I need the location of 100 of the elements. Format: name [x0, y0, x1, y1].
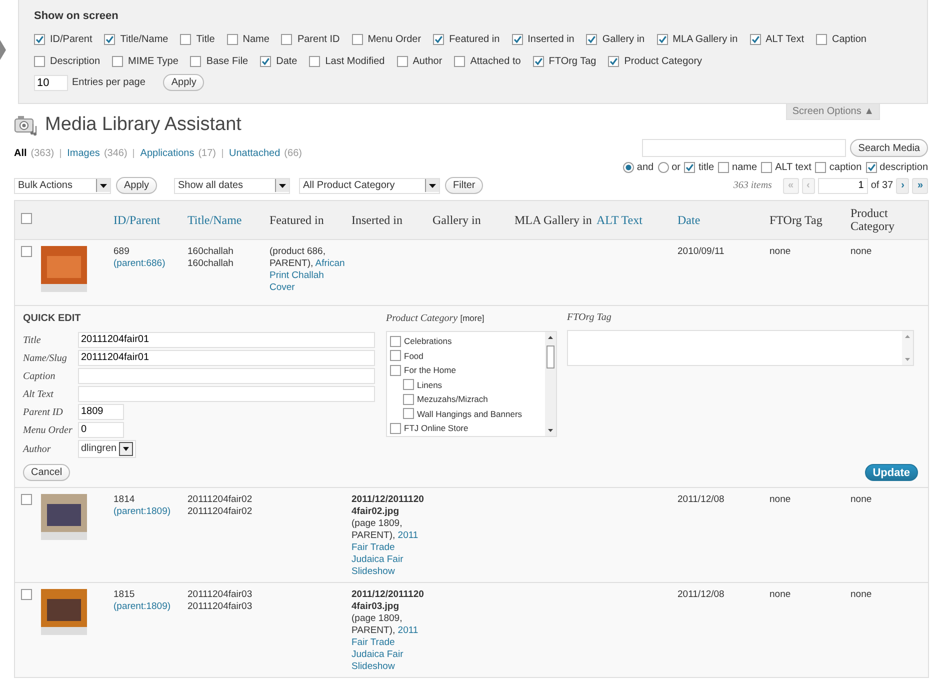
checkbox[interactable]: [656, 34, 668, 45]
checkbox[interactable]: [761, 162, 772, 173]
checkbox[interactable]: [390, 364, 401, 376]
name-text: 160challah: [188, 258, 234, 270]
page-button[interactable]: ›: [896, 178, 910, 194]
input-field[interactable]: 20111204fair01: [78, 350, 375, 366]
checkbox[interactable]: [586, 34, 598, 45]
column-sort-link[interactable]: ALT Text: [596, 200, 678, 240]
checkbox-label: MLA Gallery in: [672, 34, 738, 45]
field-label: Alt Text: [23, 388, 54, 400]
filter-button[interactable]: Filter: [445, 177, 484, 194]
checkbox-label: Gallery in: [602, 34, 645, 45]
date-cell: 2010/09/11: [678, 240, 770, 306]
input-field[interactable]: [78, 386, 375, 402]
checkbox[interactable]: [190, 56, 202, 67]
checkbox[interactable]: [608, 56, 620, 67]
screen-options-tab[interactable]: Screen Options ▲: [786, 104, 880, 120]
dropdown[interactable]: All Product Category: [299, 178, 440, 194]
option-label: name: [732, 162, 758, 173]
checkbox[interactable]: [281, 34, 292, 45]
checkbox[interactable]: [718, 162, 730, 173]
radio-button[interactable]: [622, 162, 634, 173]
checkbox-label: Name: [242, 34, 270, 45]
apply-button[interactable]: Apply: [163, 74, 204, 91]
page-button[interactable]: »: [912, 178, 928, 194]
checkbox[interactable]: [226, 34, 238, 45]
checkbox[interactable]: [403, 379, 414, 390]
dropdown-arrow-icon: [275, 179, 290, 192]
title-text: 160challah: [188, 246, 234, 258]
column-header: Featured in: [270, 200, 352, 240]
page-input[interactable]: 1: [818, 178, 868, 194]
parent-link[interactable]: (parent:686): [114, 258, 184, 270]
checkbox[interactable]: [433, 34, 444, 45]
checkbox[interactable]: [21, 246, 32, 257]
checkbox[interactable]: [260, 56, 272, 67]
checkbox[interactable]: [403, 394, 414, 405]
checkbox[interactable]: [21, 494, 32, 505]
checkbox[interactable]: [180, 34, 192, 45]
photo-placeholder: [40, 246, 86, 292]
dropdown[interactable]: Show all dates: [174, 178, 290, 194]
checkbox[interactable]: [390, 350, 401, 362]
checkbox[interactable]: [684, 162, 696, 173]
filter-link[interactable]: Unattached: [229, 148, 280, 159]
name-text: 20111204fair03: [188, 601, 254, 613]
checkbox[interactable]: [403, 408, 414, 420]
column-sort-link[interactable]: Date: [678, 200, 770, 240]
checkbox[interactable]: [104, 34, 116, 45]
checkbox-label: Author: [412, 56, 442, 67]
filter-link[interactable]: Applications: [140, 148, 194, 159]
checkbox[interactable]: [34, 56, 45, 67]
checkbox[interactable]: [816, 34, 827, 45]
dropdown[interactable]: Bulk Actions: [14, 178, 111, 194]
parent-link[interactable]: (parent:1809): [114, 506, 184, 518]
id-text: 1815: [114, 589, 136, 601]
category-label: For the Home: [404, 364, 456, 376]
apply-button[interactable]: Apply: [116, 177, 158, 194]
radio-button[interactable]: [658, 162, 669, 173]
search-button[interactable]: Search Media: [850, 139, 928, 157]
checkbox[interactable]: [21, 213, 32, 224]
checkbox[interactable]: [512, 34, 523, 45]
checkbox-label: Title/Name: [120, 34, 168, 45]
field-label: Title: [23, 334, 42, 346]
author-dropdown[interactable]: dlingren: [78, 440, 136, 458]
checkbox[interactable]: [112, 56, 124, 67]
cancel-button[interactable]: Cancel: [23, 464, 70, 481]
checkbox[interactable]: [866, 162, 877, 173]
checkbox[interactable]: [532, 56, 544, 67]
dropdown-arrow-icon: [96, 179, 110, 192]
id-text: 1814: [114, 494, 136, 506]
title-text: 20111204fair02: [188, 494, 254, 506]
parent-link[interactable]: (parent:1809): [114, 601, 184, 613]
filter-link[interactable]: All: [14, 148, 27, 159]
checkbox[interactable]: [390, 422, 401, 434]
entries-label: Entries per page: [72, 77, 146, 88]
checkbox[interactable]: [815, 162, 826, 173]
column-sort-link[interactable]: ID/Parent: [114, 200, 188, 240]
entries-input[interactable]: 10: [34, 74, 68, 90]
checkbox[interactable]: [309, 56, 320, 67]
column-sort-link[interactable]: Title/Name: [188, 200, 270, 240]
update-button[interactable]: Update: [864, 464, 918, 481]
input-field[interactable]: 1809: [78, 404, 124, 420]
checkbox-label: Title: [196, 34, 215, 45]
checkbox[interactable]: [396, 56, 408, 67]
input-field[interactable]: 0: [78, 422, 124, 438]
filter-link[interactable]: Images: [67, 148, 100, 159]
column-header: Product Category: [850, 200, 928, 240]
checkbox[interactable]: [390, 336, 401, 347]
search-field[interactable]: [642, 139, 846, 157]
input-field[interactable]: [78, 368, 375, 384]
input-field[interactable]: 20111204fair01: [78, 332, 375, 348]
media-camera-icon: [14, 114, 39, 136]
checkbox-label: Menu Order: [368, 34, 422, 45]
checkbox[interactable]: [21, 589, 32, 600]
checkbox[interactable]: [34, 34, 45, 45]
column-header: MLA Gallery in: [514, 200, 596, 240]
checkbox[interactable]: [454, 56, 466, 67]
checkbox[interactable]: [750, 34, 761, 45]
checkbox[interactable]: [352, 34, 363, 45]
date-cell: 2011/12/08: [678, 488, 770, 582]
more-link[interactable]: [more]: [460, 313, 484, 323]
